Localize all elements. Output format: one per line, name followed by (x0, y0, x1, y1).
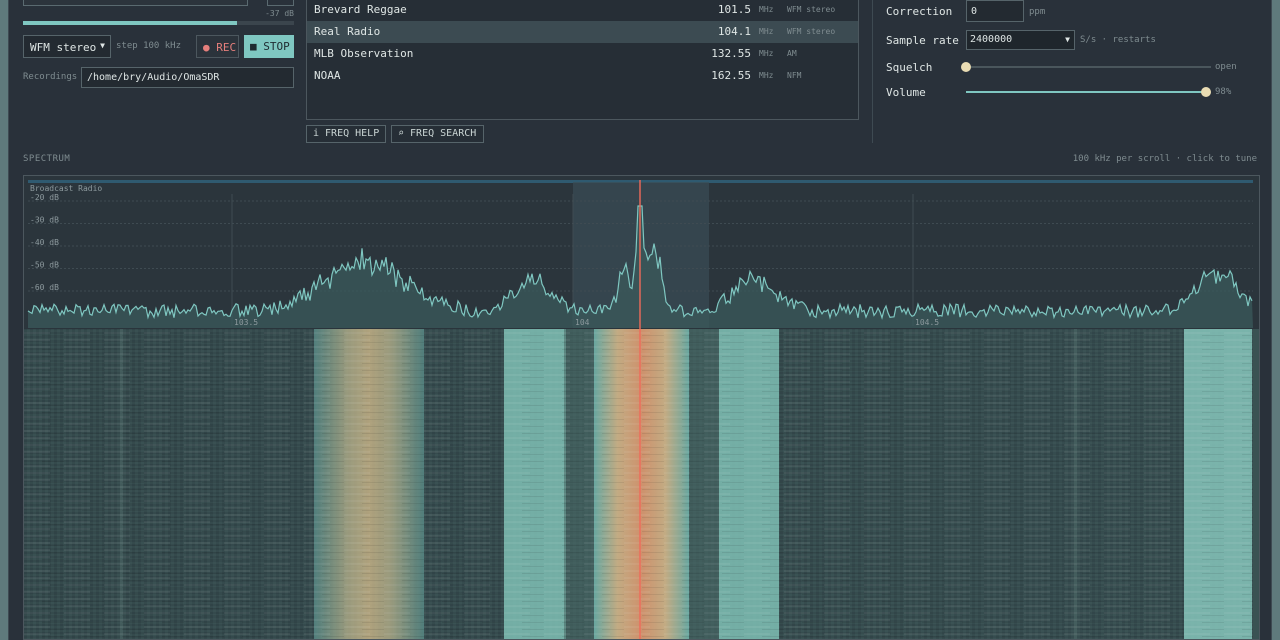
station-name: NOAA (314, 69, 341, 82)
station-frequency: 101.5 (717, 3, 751, 16)
station-row[interactable]: MLB Observation 132.55 MHz AM (307, 43, 858, 65)
record-button[interactable]: ● REC (196, 35, 239, 58)
db-tick-label: -60 dB (30, 283, 59, 292)
db-tick-label: -50 dB (30, 261, 59, 270)
station-frequency: 162.55 (711, 69, 751, 82)
freq-tick-label: 104.5 (915, 318, 939, 327)
station-unit: MHz (759, 5, 774, 14)
db-tick-label: -20 dB (30, 193, 59, 202)
volume-label: Volume (886, 86, 926, 99)
demod-mode-select[interactable]: WFM stereo ▼ (23, 35, 111, 58)
audio-level-bar (23, 21, 294, 25)
spectrum-title: SPECTRUM (23, 154, 71, 164)
freq-tick-label: 104 (575, 318, 590, 327)
db-tick-label: -30 dB (30, 216, 59, 225)
volume-slider-knob[interactable] (1201, 87, 1212, 97)
station-mode: WFM stereo (787, 5, 836, 14)
spectrum-hint: 100 kHz per scroll · click to tune (1072, 154, 1257, 164)
station-name: Brevard Reggae (314, 3, 407, 16)
station-unit: MHz (759, 27, 774, 36)
record-dot-icon: ● (203, 41, 217, 54)
stop-button[interactable]: ■ STOP (244, 35, 294, 58)
station-list: Brevard Reggae 101.5 MHz WFM stereo Real… (306, 0, 859, 120)
meter-side-box (267, 0, 294, 6)
station-unit: MHz (759, 71, 774, 80)
tuning-step-label: step 100 kHz (116, 41, 182, 51)
sample-rate-value: 2400000 (970, 34, 1013, 45)
sample-rate-select[interactable]: 2400000 ▼ (966, 30, 1075, 50)
band-label: Broadcast Radio (30, 184, 102, 193)
station-frequency: 132.55 (711, 47, 751, 60)
record-button-label: REC (216, 41, 237, 54)
station-name: Real Radio (314, 25, 381, 38)
app-window: -37 dB WFM stereo ▼ step 100 kHz ● REC ■… (8, 0, 1272, 640)
volume-value: 98% (1215, 87, 1232, 97)
panel-divider (872, 0, 873, 143)
station-row-selected[interactable]: Real Radio 104.1 MHz WFM stereo (307, 21, 858, 43)
stop-button-label: STOP (263, 40, 290, 53)
station-mode: NFM (787, 71, 802, 80)
recordings-path-input[interactable]: /home/bry/Audio/OmaSDR (81, 67, 294, 88)
chevron-down-icon: ▼ (100, 41, 105, 50)
sample-rate-label: Sample rate (886, 34, 959, 47)
sample-rate-note: S/s · restarts (1080, 35, 1156, 45)
station-name: MLB Observation (314, 47, 414, 60)
squelch-label: Squelch (886, 61, 933, 74)
station-row[interactable]: Brevard Reggae 101.5 MHz WFM stereo (307, 0, 858, 21)
spectrum-svg[interactable]: -20 dB -30 dB -40 dB -50 dB -60 dB Broadcast… (24, 176, 1260, 640)
squelch-slider[interactable] (966, 66, 1211, 68)
squelch-slider-knob[interactable] (961, 62, 971, 72)
level-db-readout: -37 dB (265, 9, 294, 18)
audio-level-fill (23, 21, 238, 25)
recordings-label: Recordings (23, 72, 78, 82)
freq-tick-label: 103.5 (234, 318, 258, 327)
spectrum-view[interactable]: -20 dB -30 dB -40 dB -50 dB -60 dB Broadcast… (23, 175, 1260, 640)
stop-square-icon: ■ (250, 40, 264, 53)
station-unit: MHz (759, 49, 774, 58)
station-row[interactable]: NOAA 162.55 MHz NFM (307, 65, 858, 87)
db-tick-label: -40 dB (30, 238, 59, 247)
correction-label: Correction (886, 5, 953, 18)
chevron-down-icon: ▼ (1065, 35, 1070, 44)
volume-slider-fill (966, 91, 1207, 93)
station-mode: AM (787, 49, 797, 58)
demod-mode-value: WFM stereo (30, 41, 97, 54)
correction-input[interactable]: 0 (966, 0, 1024, 22)
waterfall[interactable] (24, 329, 1260, 640)
station-mode: WFM stereo (787, 27, 836, 36)
correction-unit: ppm (1029, 7, 1046, 17)
squelch-value: open (1215, 62, 1237, 72)
freq-search-button[interactable]: ⌕ FREQ SEARCH (391, 125, 484, 143)
signal-strength-meter (23, 0, 248, 6)
station-frequency: 104.1 (717, 25, 751, 38)
freq-help-button[interactable]: i FREQ HELP (306, 125, 386, 143)
